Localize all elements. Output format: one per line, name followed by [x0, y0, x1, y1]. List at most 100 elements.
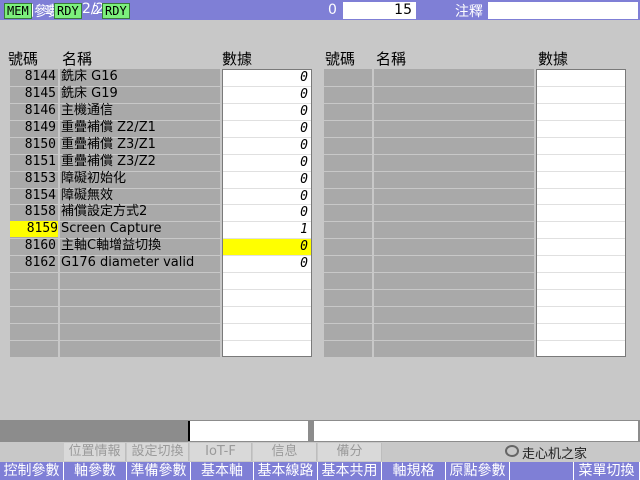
- row-separator: [324, 188, 372, 189]
- row-separator: [374, 137, 534, 138]
- softkey-basic-axis[interactable]: 基本軸: [191, 462, 254, 480]
- param-name: 障礙無效: [61, 188, 114, 203]
- system2-number: 2: [92, 3, 100, 17]
- param-number: 8150: [24, 137, 56, 152]
- row-separator: [324, 323, 372, 324]
- row-separator: [223, 272, 311, 273]
- softkey-axis-spec[interactable]: 軸規格: [382, 462, 446, 480]
- row-separator: [537, 171, 625, 172]
- softkey-top-4[interactable]: 信息: [253, 443, 317, 461]
- param-number: 8153: [24, 171, 56, 186]
- header-name: 名稱: [62, 50, 93, 68]
- softkey-top-3[interactable]: IoT-F: [190, 443, 252, 461]
- param-number: 8159: [10, 221, 58, 237]
- row-separator: [537, 204, 625, 205]
- row-separator: [324, 120, 372, 121]
- param-value[interactable]: 0: [222, 172, 308, 188]
- param-name: 補償設定方式2: [61, 204, 148, 219]
- softkey-menu-switch[interactable]: 菜單切換: [574, 462, 640, 480]
- row-separator: [374, 221, 534, 222]
- header-data-right: 數據: [538, 50, 569, 68]
- input-line[interactable]: [188, 421, 308, 441]
- row-separator: [324, 154, 372, 155]
- system1-number: 1: [44, 3, 52, 17]
- param-value[interactable]: 0: [222, 70, 308, 86]
- row-separator: [10, 306, 58, 307]
- param-name: 重疊補償 Z3/Z1: [61, 137, 156, 152]
- row-separator: [324, 86, 372, 87]
- row-separator: [324, 238, 372, 239]
- param-number: 8144: [24, 69, 56, 84]
- param-number: 8154: [24, 188, 56, 203]
- row-separator: [537, 154, 625, 155]
- param-value[interactable]: 0: [222, 189, 308, 205]
- row-separator: [374, 188, 534, 189]
- param-value[interactable]: 0: [222, 138, 308, 154]
- param-value[interactable]: 0: [223, 239, 311, 255]
- row-separator: [374, 340, 534, 341]
- param-number: 8146: [24, 103, 56, 118]
- row-separator: [374, 238, 534, 239]
- name-column-right: [374, 69, 534, 357]
- param-number: 8145: [24, 86, 56, 101]
- row-separator: [537, 323, 625, 324]
- note-label: 注釋: [455, 4, 483, 20]
- count-value: 15: [394, 2, 412, 18]
- number-column-right: [324, 69, 372, 357]
- row-separator: [537, 289, 625, 290]
- row-separator: [60, 306, 220, 307]
- row-separator: [374, 154, 534, 155]
- softkey-prep-params[interactable]: 準備參數: [127, 462, 191, 480]
- row-separator: [324, 221, 372, 222]
- softkey-basic-common[interactable]: 基本共用: [318, 462, 382, 480]
- row-separator: [60, 340, 220, 341]
- row-separator: [223, 323, 311, 324]
- param-name: Screen Capture: [61, 221, 162, 236]
- row-separator: [537, 86, 625, 87]
- row-separator: [60, 323, 220, 324]
- row-separator: [374, 255, 534, 256]
- row-separator: [537, 188, 625, 189]
- row-separator: [374, 272, 534, 273]
- param-name: 重疊補償 Z2/Z1: [61, 120, 156, 135]
- row-separator: [374, 86, 534, 87]
- softkey-control-params[interactable]: 控制參數: [0, 462, 64, 480]
- row-separator: [324, 255, 372, 256]
- param-value[interactable]: 0: [222, 205, 308, 221]
- row-separator: [374, 103, 534, 104]
- softkey-top-2[interactable]: 設定切換: [127, 443, 189, 461]
- row-separator: [10, 323, 58, 324]
- row-separator: [60, 272, 220, 273]
- header-data: 數據: [222, 50, 253, 68]
- softkey-basic-line[interactable]: 基本線路: [254, 462, 318, 480]
- row-separator: [60, 289, 220, 290]
- softkey-blank[interactable]: [510, 462, 574, 480]
- param-value[interactable]: 0: [222, 155, 308, 171]
- param-value[interactable]: 0: [222, 121, 308, 137]
- param-value[interactable]: 0: [222, 87, 308, 103]
- param-value[interactable]: 0: [222, 256, 308, 272]
- row-separator: [324, 340, 372, 341]
- row-separator: [324, 306, 372, 307]
- header-name-right: 名稱: [376, 50, 407, 68]
- mode-indicator: MEM: [4, 3, 32, 19]
- row-separator: [537, 137, 625, 138]
- softkey-origin-params[interactable]: 原點參數: [446, 462, 510, 480]
- row-separator: [537, 340, 625, 341]
- message-line: [314, 421, 638, 441]
- row-separator: [537, 272, 625, 273]
- softkey-top-1[interactable]: 位置情報: [64, 443, 126, 461]
- softkey-top-5[interactable]: 備分: [318, 443, 382, 461]
- row-separator: [10, 272, 58, 273]
- param-number: 8162: [24, 255, 56, 270]
- param-number: 8160: [24, 238, 56, 253]
- param-value[interactable]: 0: [222, 104, 308, 120]
- param-value[interactable]: 1: [222, 222, 308, 238]
- row-separator: [374, 306, 534, 307]
- row-separator: [324, 137, 372, 138]
- row-separator: [324, 171, 372, 172]
- softkey-axis-params[interactable]: 軸參數: [64, 462, 127, 480]
- row-separator: [374, 289, 534, 290]
- row-separator: [223, 340, 311, 341]
- data-column-right: [536, 69, 626, 357]
